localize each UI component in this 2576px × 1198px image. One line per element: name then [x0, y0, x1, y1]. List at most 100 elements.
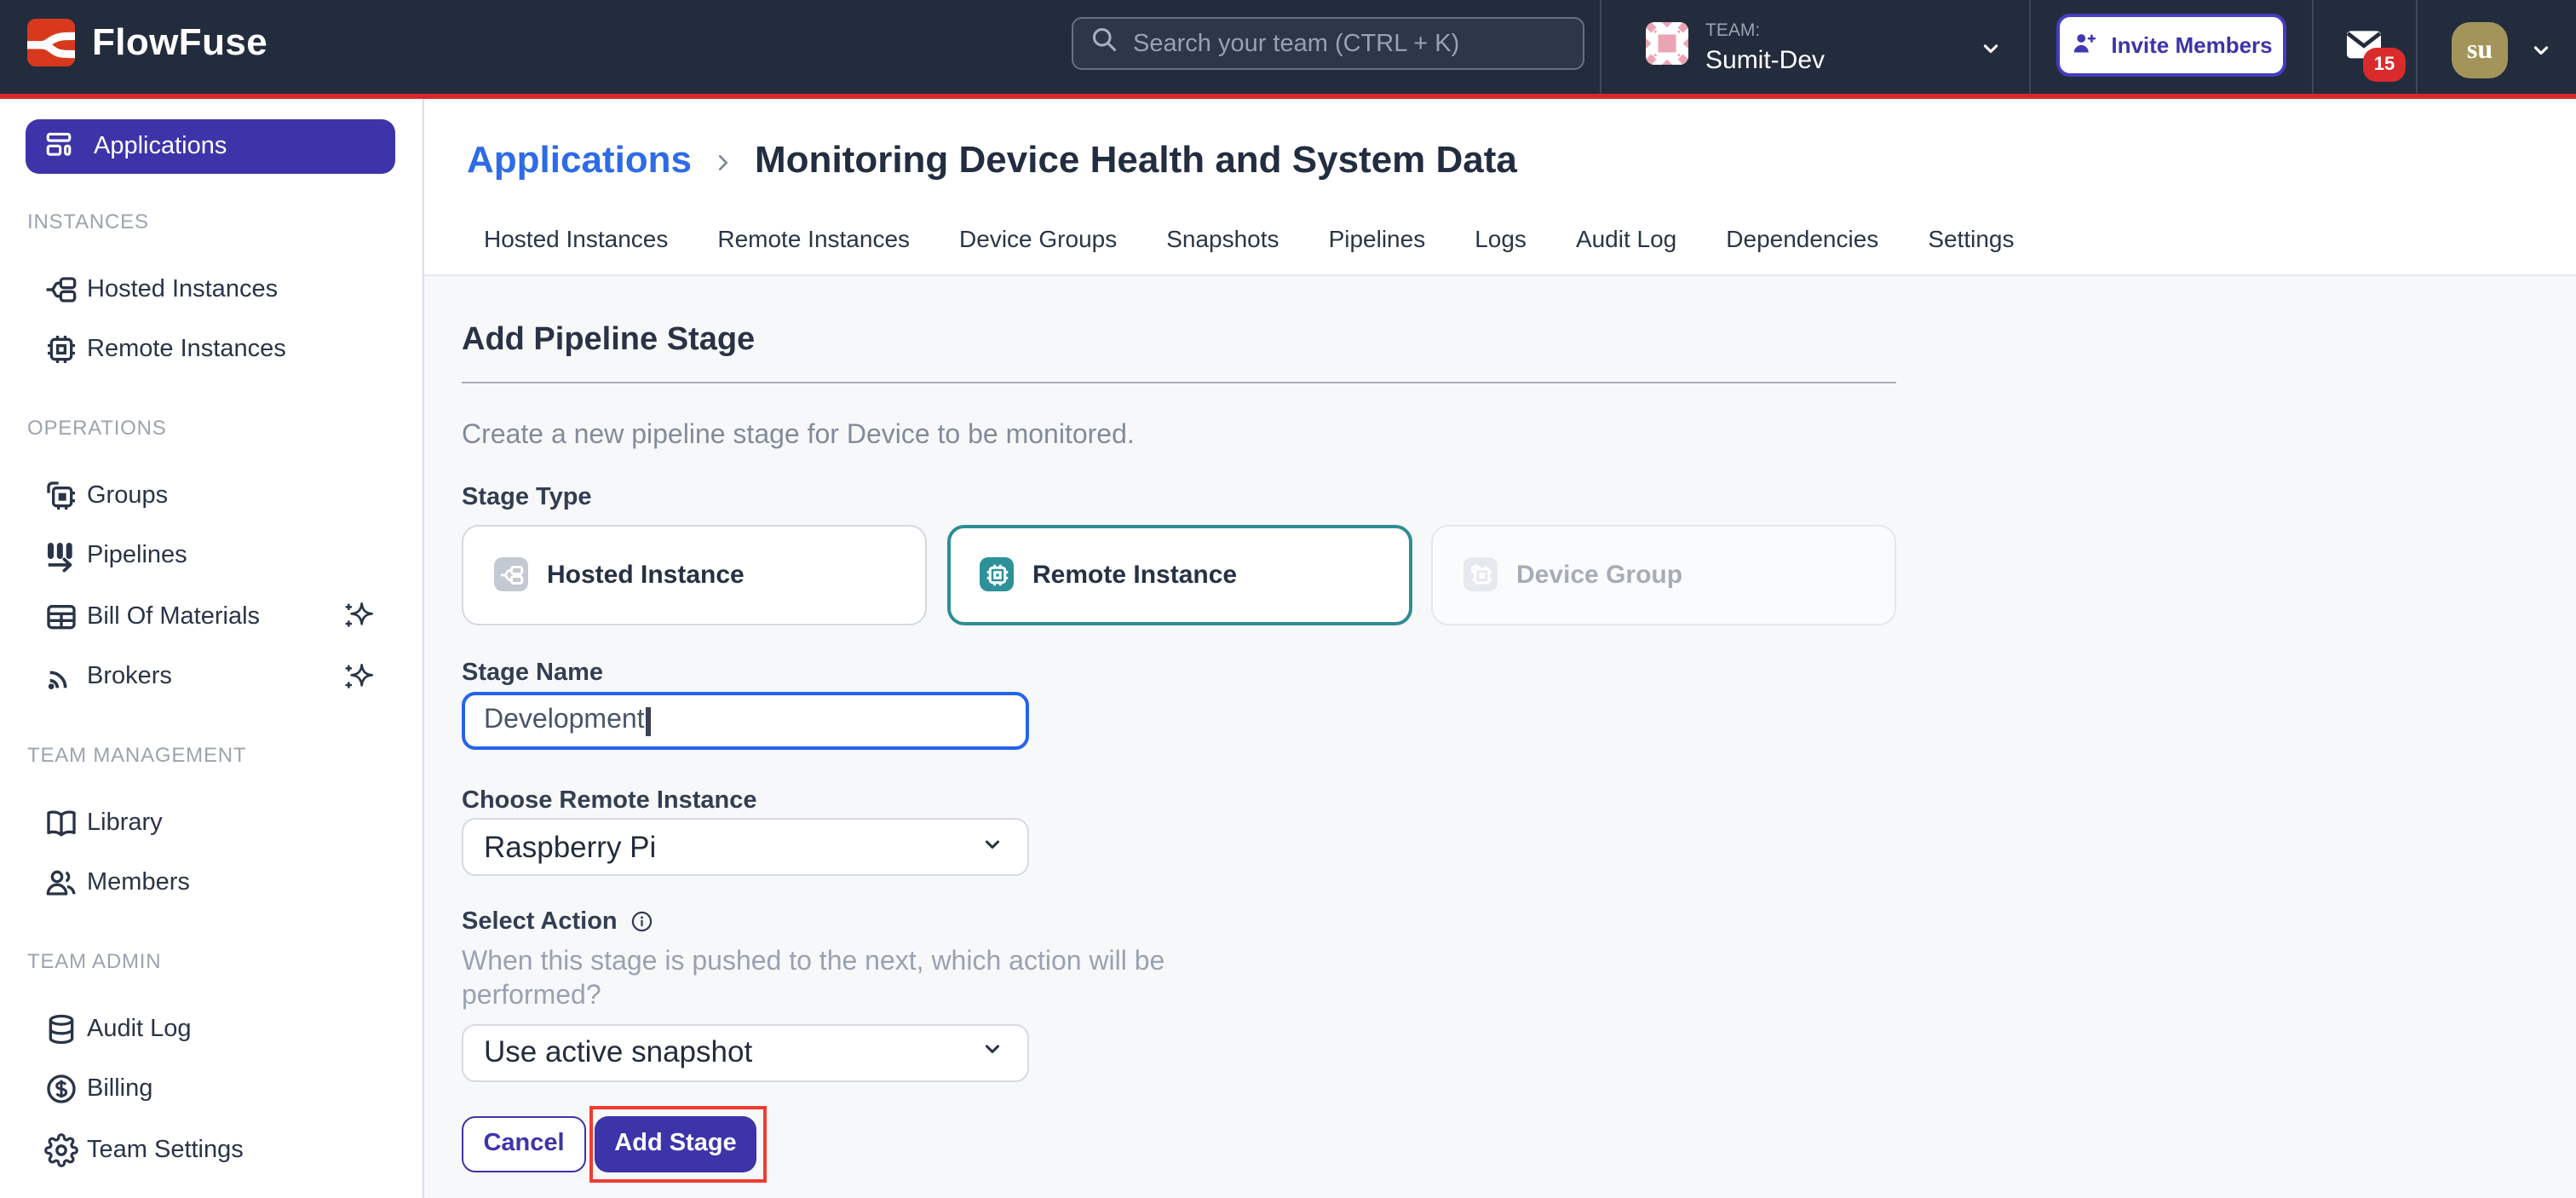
breadcrumb-applications-link[interactable]: Applications — [467, 138, 692, 182]
select-action-label-text: Select Action — [462, 905, 618, 939]
sidebar-item-applications[interactable]: Applications — [26, 119, 395, 174]
breadcrumb-current: Monitoring Device Health and System Data — [755, 138, 1517, 182]
library-icon — [44, 806, 78, 840]
application-tabs: Hosted Instances Remote Instances Device G… — [467, 225, 2576, 252]
sidebar-item-library[interactable]: Library — [0, 792, 423, 853]
tab-dependencies[interactable]: Dependencies — [1726, 225, 1878, 252]
hosted-instance-icon — [494, 558, 528, 592]
cancel-button[interactable]: Cancel — [462, 1116, 586, 1172]
team-settings-icon — [44, 1133, 78, 1167]
team-switcher[interactable]: TEAM: Sumit-Dev — [1646, 22, 1825, 72]
tab-audit-log[interactable]: Audit Log — [1576, 225, 1676, 252]
select-action-label: Select Action — [462, 905, 1896, 939]
team-avatar — [1646, 22, 1688, 65]
stage-type-option-device-group: Device Group — [1431, 524, 1896, 625]
sidebar-section-operations: OPERATIONS — [27, 415, 423, 439]
sidebar-item-audit-log[interactable]: Audit Log — [0, 999, 423, 1059]
form-title-divider — [462, 382, 1896, 383]
team-label: TEAM: — [1705, 22, 1825, 40]
remote-instance-value: Raspberry Pi — [484, 829, 656, 865]
invite-members-label: Invite Members — [2111, 32, 2272, 58]
applications-icon — [44, 130, 78, 164]
select-chevron-down-icon — [978, 1037, 1007, 1068]
hosted-instances-icon — [44, 273, 78, 307]
action-value: Use active snapshot — [484, 1034, 752, 1070]
sidebar-item-brokers[interactable]: Brokers — [0, 647, 423, 707]
groups-icon — [44, 479, 78, 513]
breadcrumb-chevron-icon — [712, 149, 734, 175]
user-menu-chevron-down-icon[interactable] — [2527, 37, 2556, 68]
page-header: Applications Monitoring Device Health an… — [424, 99, 2576, 276]
sidebar-item-label: Team Settings — [87, 1137, 244, 1164]
audit-log-icon — [44, 1012, 78, 1046]
tab-logs[interactable]: Logs — [1475, 225, 1527, 252]
sidebar-section-instances: INSTANCES — [27, 209, 423, 233]
billing-icon — [44, 1073, 78, 1107]
nav-divider-2 — [2029, 0, 2031, 94]
tab-snapshots[interactable]: Snapshots — [1166, 225, 1279, 252]
flowfuse-logo-icon — [27, 19, 75, 66]
stage-type-option-hosted-instance[interactable]: Hosted Instance — [462, 524, 927, 625]
stage-type-options: Hosted Instance Remote Instance Device Gro… — [462, 524, 1896, 625]
search-placeholder: Search your team (CTRL + K) — [1133, 30, 1459, 57]
sparkles-icon — [342, 600, 377, 641]
sidebar-item-label: Pipelines — [87, 543, 187, 570]
sidebar-item-label: Audit Log — [87, 1016, 192, 1043]
sidebar-item-team-settings[interactable]: Team Settings — [0, 1120, 423, 1180]
bill-of-materials-icon — [44, 600, 78, 634]
sidebar-item-remote-instances[interactable]: Remote Instances — [0, 320, 423, 380]
sidebar-item-label: Members — [87, 870, 190, 897]
stage-type-option-remote-instance[interactable]: Remote Instance — [946, 524, 1412, 625]
device-group-icon — [1463, 558, 1498, 592]
team-search-input[interactable]: Search your team (CTRL + K) — [1072, 17, 1584, 70]
action-select[interactable]: Use active snapshot — [462, 1023, 1029, 1081]
pipelines-icon — [44, 539, 78, 573]
text-cursor — [647, 706, 651, 735]
nav-divider-4 — [2416, 0, 2418, 94]
tab-device-groups[interactable]: Device Groups — [959, 225, 1117, 252]
sidebar-section-team-management: TEAM MANAGEMENT — [27, 742, 423, 766]
sidebar-item-hosted-instances[interactable]: Hosted Instances — [0, 259, 423, 320]
form-buttons: Cancel Add Stage — [462, 1116, 1896, 1172]
sidebar-section-team-admin: TEAM ADMIN — [27, 948, 423, 972]
tab-settings[interactable]: Settings — [1928, 225, 2014, 252]
remote-instance-select[interactable]: Raspberry Pi — [462, 818, 1029, 876]
sidebar-item-billing[interactable]: Billing — [0, 1059, 423, 1120]
remote-instances-icon — [44, 333, 78, 367]
user-avatar[interactable]: su — [2452, 22, 2508, 78]
stage-type-label: Stage Type — [462, 481, 1896, 515]
stage-type-option-label: Device Group — [1516, 561, 1682, 590]
sidebar-item-groups[interactable]: Groups — [0, 465, 423, 526]
nav-divider-3 — [2312, 0, 2314, 94]
team-chevron-down-icon[interactable] — [1976, 36, 2005, 66]
flowfuse-logo[interactable]: FlowFuse — [27, 19, 267, 66]
breadcrumb: Applications Monitoring Device Health an… — [467, 136, 2576, 184]
brand-name: FlowFuse — [92, 20, 267, 65]
info-icon[interactable] — [631, 911, 654, 934]
notifications-badge: 15 — [2363, 48, 2406, 82]
stage-name-input[interactable]: Development — [462, 692, 1029, 750]
sidebar-item-bill-of-materials[interactable]: Bill Of Materials — [0, 586, 423, 647]
tab-remote-instances[interactable]: Remote Instances — [717, 225, 910, 252]
sidebar-item-label: Library — [87, 809, 163, 837]
sidebar-item-label: Applications — [94, 133, 227, 160]
remote-instance-icon — [980, 558, 1014, 592]
sidebar-item-members[interactable]: Members — [0, 853, 423, 913]
sidebar: Applications INSTANCES Hosted Instances Rem… — [0, 99, 424, 1198]
annotation-highlight-box — [589, 1105, 767, 1182]
sidebar-item-pipelines[interactable]: Pipelines — [0, 526, 423, 586]
members-icon — [44, 867, 78, 901]
stage-name-value: Development — [484, 706, 645, 736]
sidebar-item-label: Groups — [87, 482, 168, 510]
invite-members-button[interactable]: Invite Members — [2056, 14, 2286, 77]
form-description: Create a new pipeline stage for Device t… — [462, 419, 1896, 453]
tab-hosted-instances[interactable]: Hosted Instances — [484, 225, 668, 252]
tab-pipelines[interactable]: Pipelines — [1329, 225, 1426, 252]
sidebar-item-label: Hosted Instances — [87, 276, 278, 303]
search-icon — [1089, 24, 1119, 63]
stage-type-option-label: Remote Instance — [1032, 561, 1237, 590]
sidebar-item-label: Remote Instances — [87, 337, 286, 364]
nav-divider-1 — [1600, 0, 1601, 94]
sidebar-item-label: Bill Of Materials — [87, 603, 260, 631]
brokers-icon — [44, 660, 78, 694]
